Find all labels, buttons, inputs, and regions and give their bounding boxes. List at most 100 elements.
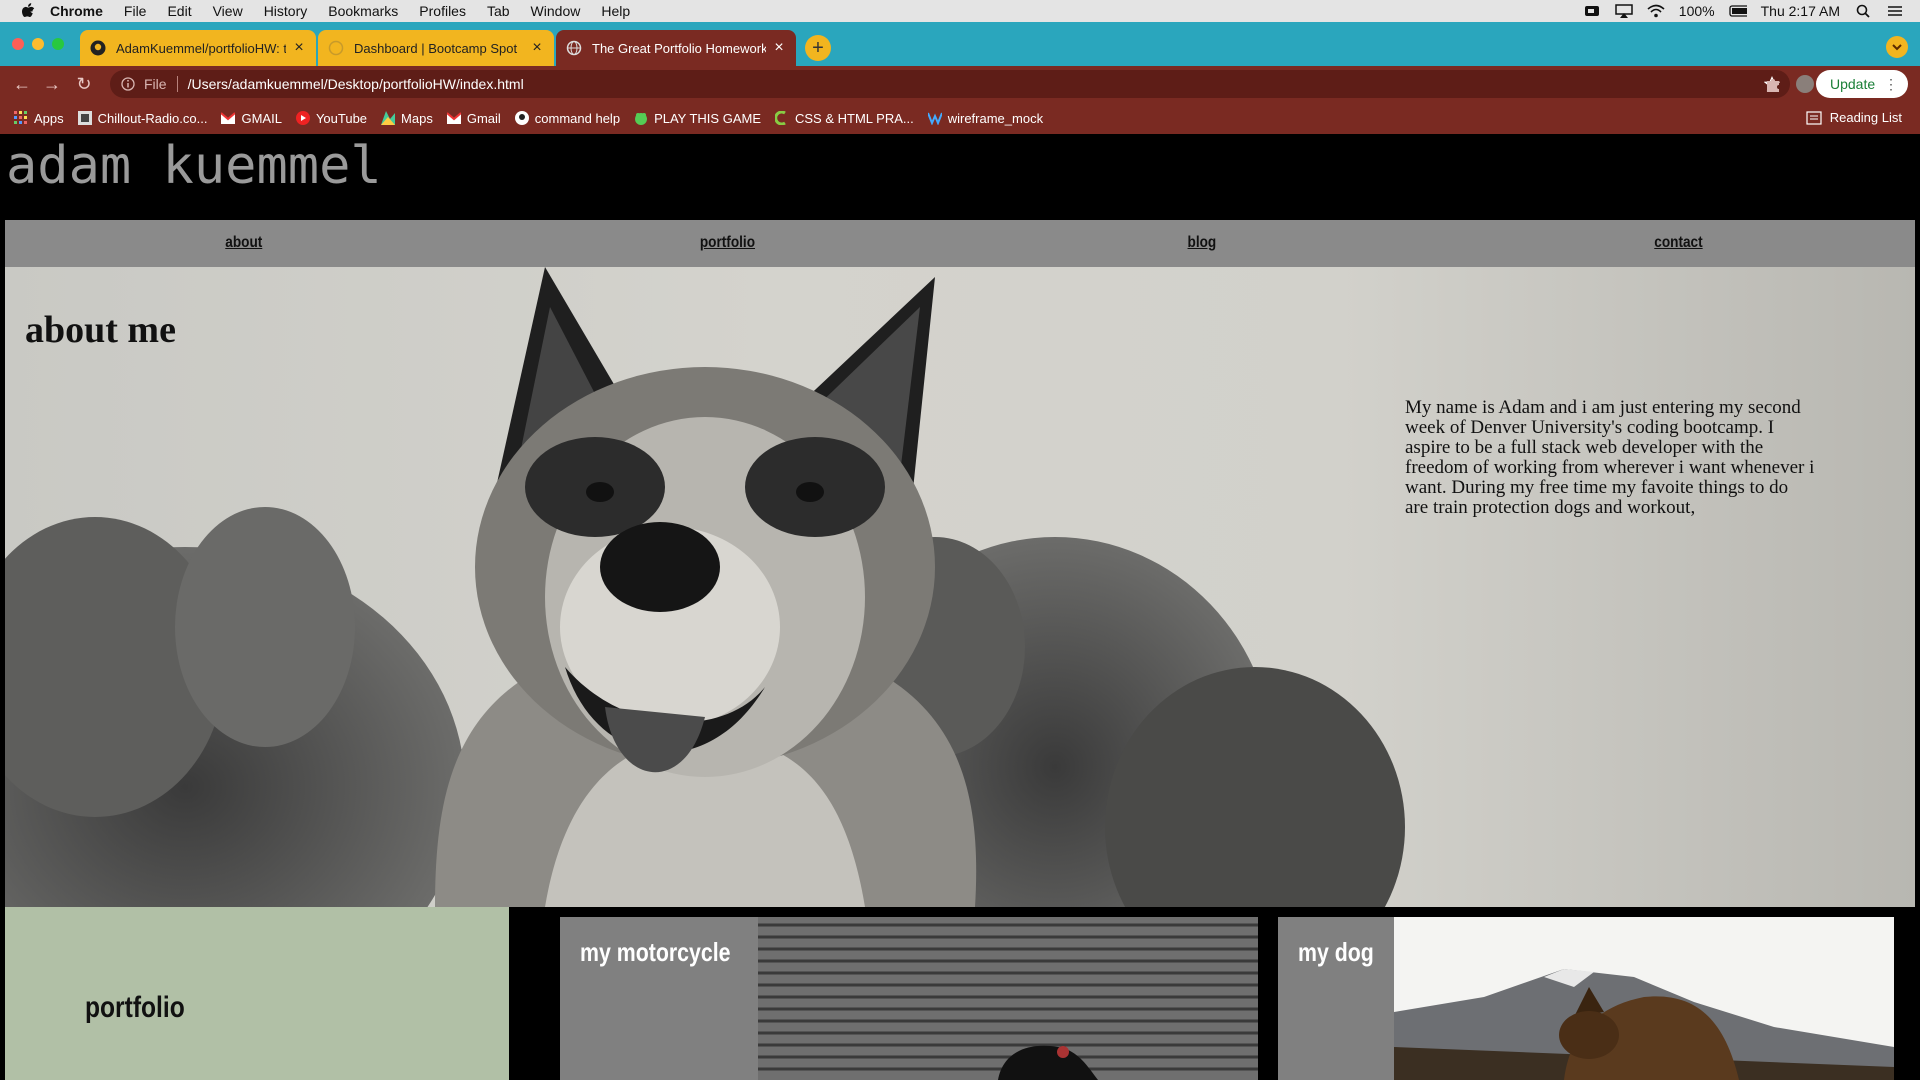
- bookmark-label: Chillout-Radio.co...: [97, 110, 208, 126]
- apple-icon[interactable]: [20, 3, 36, 19]
- apps-grid-icon: [14, 111, 28, 125]
- reading-list-label: Reading List: [1829, 110, 1902, 125]
- nav-link-contact[interactable]: contact: [1654, 234, 1702, 252]
- github-icon: [514, 111, 529, 125]
- more-menu-icon[interactable]: ⋮: [1884, 76, 1898, 93]
- back-arrow-icon[interactable]: ←: [12, 74, 32, 94]
- battery-icon[interactable]: [1728, 4, 1747, 18]
- url-divider: [176, 76, 178, 92]
- zoom-window-button[interactable]: [52, 38, 64, 50]
- reload-icon[interactable]: ↻: [74, 74, 94, 94]
- close-tab-icon[interactable]: ×: [772, 39, 786, 57]
- update-button[interactable]: Update ⋮: [1816, 70, 1908, 98]
- menu-bookmarks[interactable]: Bookmarks: [328, 3, 398, 19]
- tab-bootcamp-spot[interactable]: Dashboard | Bootcamp Spot ×: [318, 30, 554, 66]
- close-tab-icon[interactable]: ×: [292, 39, 306, 57]
- gmail-icon: [446, 111, 461, 125]
- menu-help[interactable]: Help: [601, 3, 630, 19]
- tab-title: AdamKuemmel/portfolioHW: th: [116, 40, 286, 56]
- site-title: adam kuemmel: [6, 136, 382, 196]
- portfolio-heading: portfolio: [85, 991, 185, 1024]
- browser-tab-strip: AdamKuemmel/portfolioHW: th × Dashboard …: [0, 22, 1920, 66]
- bookmark-wireframe-mock[interactable]: wireframe_mock: [927, 110, 1044, 126]
- menu-tab[interactable]: Tab: [487, 3, 510, 19]
- bookmark-css-html-practice[interactable]: CSS & HTML PRA...: [775, 111, 914, 126]
- site-navigation: about portfolio blog contact: [5, 220, 1915, 267]
- portfolio-card-dog[interactable]: my dog: [1278, 917, 1894, 1080]
- battery-percent: 100%: [1678, 3, 1715, 19]
- camera-icon[interactable]: [1583, 4, 1601, 18]
- bookmarks-bar: Apps Chillout-Radio.co... GMAIL YouTube …: [0, 102, 1920, 134]
- frog-game-icon: [634, 111, 648, 125]
- menubar-clock[interactable]: Thu 2:17 AM: [1761, 3, 1840, 19]
- portfolio-card-motorcycle[interactable]: my motorcycle: [560, 917, 1258, 1080]
- bookmark-label: PLAY THIS GAME: [654, 110, 761, 126]
- macos-menu-bar: Chrome File Edit View History Bookmarks …: [0, 0, 1920, 22]
- reading-list-button[interactable]: Reading List: [1806, 110, 1902, 125]
- control-center-icon[interactable]: [1886, 4, 1904, 18]
- youtube-icon: [295, 111, 310, 125]
- close-window-button[interactable]: [12, 38, 24, 50]
- bookmark-play-this-game[interactable]: PLAY THIS GAME: [634, 111, 761, 126]
- menu-profiles[interactable]: Profiles: [419, 3, 466, 19]
- github-icon: [90, 40, 106, 56]
- address-bar[interactable]: File /Users/adamkuemmel/Desktop/portfoli…: [110, 70, 1790, 98]
- bookmark-label: command help: [534, 110, 621, 126]
- info-icon[interactable]: [120, 76, 136, 92]
- globe-icon: [328, 40, 344, 56]
- portfolio-panel: portfolio: [5, 907, 509, 1080]
- tab-title: Dashboard | Bootcamp Spot: [354, 40, 518, 56]
- nav-link-portfolio[interactable]: portfolio: [700, 234, 755, 252]
- airplay-icon[interactable]: [1615, 4, 1633, 18]
- bookmark-youtube[interactable]: YouTube: [295, 111, 367, 126]
- bookmark-apps[interactable]: Apps: [14, 111, 64, 126]
- spotlight-search-icon[interactable]: [1854, 4, 1872, 18]
- update-label: Update: [1830, 76, 1876, 92]
- window-controls: [12, 38, 64, 50]
- card-title: my motorcycle: [580, 937, 731, 967]
- bookmark-maps[interactable]: Maps: [381, 111, 433, 126]
- menu-window[interactable]: Window: [531, 3, 581, 19]
- reading-list-icon: [1806, 110, 1822, 125]
- codecademy-icon: [775, 111, 789, 125]
- bookmark-chillout-radio[interactable]: Chillout-Radio.co...: [77, 110, 208, 126]
- about-heading: about me: [25, 309, 176, 352]
- close-tab-icon[interactable]: ×: [530, 39, 544, 57]
- nav-link-blog[interactable]: blog: [1188, 234, 1217, 252]
- extensions-puzzle-icon[interactable]: [1764, 75, 1782, 93]
- profile-avatar[interactable]: [1796, 75, 1814, 93]
- menu-history[interactable]: History: [264, 3, 308, 19]
- nav-link-about[interactable]: about: [225, 234, 262, 252]
- about-section: about me My name is Adam and i am just e…: [5, 267, 1915, 907]
- tab-github[interactable]: AdamKuemmel/portfolioHW: th ×: [80, 30, 316, 66]
- menu-edit[interactable]: Edit: [167, 3, 191, 19]
- forward-arrow-icon[interactable]: →: [42, 74, 62, 94]
- tab-title: The Great Portfolio Homework: [592, 40, 766, 56]
- tab-search-icon[interactable]: [1886, 36, 1908, 58]
- radio-icon: [77, 111, 92, 125]
- bookmark-gmail-upper[interactable]: GMAIL: [221, 110, 282, 126]
- wifi-icon[interactable]: [1647, 4, 1665, 18]
- card-title: my dog: [1298, 937, 1374, 967]
- motorcycle-photo: [758, 917, 1258, 1080]
- bookmark-gmail[interactable]: Gmail: [446, 110, 501, 126]
- bookmark-command-help[interactable]: command help: [514, 110, 621, 126]
- menu-app-name[interactable]: Chrome: [50, 3, 103, 19]
- about-paragraph: My name is Adam and i am just entering m…: [1405, 397, 1815, 518]
- bookmark-label: wireframe_mock: [947, 110, 1044, 126]
- bookmark-label: Gmail: [466, 110, 501, 126]
- url-scheme: File: [144, 76, 167, 92]
- new-tab-button[interactable]: +: [805, 35, 831, 61]
- bookmark-label: Maps: [401, 110, 433, 126]
- tab-portfolio-active[interactable]: The Great Portfolio Homework ×: [556, 30, 796, 66]
- bookmark-label: CSS & HTML PRA...: [795, 110, 914, 126]
- page-viewport: adam kuemmel about portfolio blog contac…: [0, 134, 1920, 1080]
- dog-photo: [1394, 917, 1894, 1080]
- menu-file[interactable]: File: [124, 3, 147, 19]
- url-text[interactable]: /Users/adamkuemmel/Desktop/portfolioHW/i…: [188, 76, 524, 92]
- minimize-window-button[interactable]: [32, 38, 44, 50]
- bookmark-label: GMAIL: [241, 110, 282, 126]
- globe-icon: [566, 40, 582, 56]
- menu-view[interactable]: View: [213, 3, 243, 19]
- wireframe-icon: [927, 111, 942, 125]
